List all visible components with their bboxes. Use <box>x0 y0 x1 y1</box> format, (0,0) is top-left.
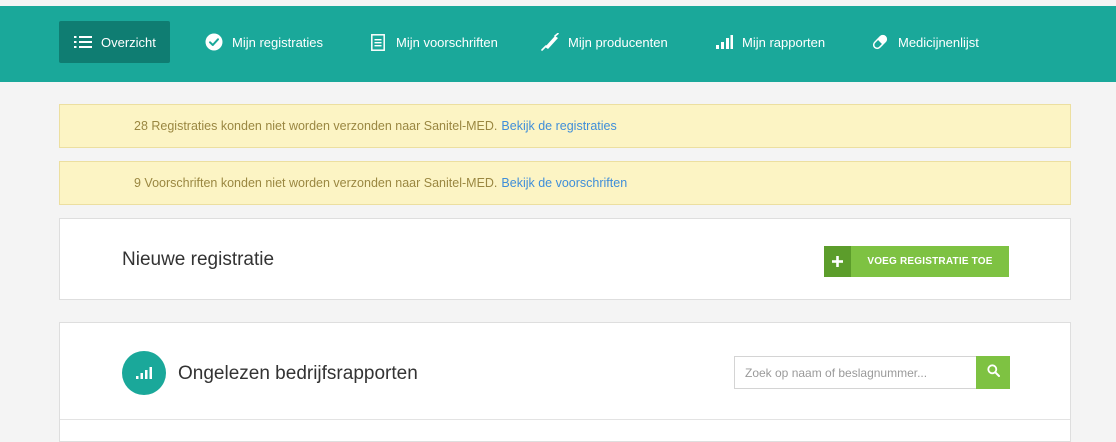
document-icon <box>368 32 388 52</box>
nav-item-mijn-producenten[interactable]: Mijn producenten <box>540 21 668 63</box>
search-button[interactable] <box>976 356 1010 389</box>
check-circle-icon <box>204 32 224 52</box>
panel-divider <box>60 419 1070 420</box>
nav-item-label: Mijn voorschriften <box>396 34 498 50</box>
nav-item-mijn-voorschriften[interactable]: Mijn voorschriften <box>368 21 498 63</box>
alert-registraties: 28 Registraties konden niet worden verzo… <box>59 104 1071 148</box>
list-icon <box>73 32 93 52</box>
nav-item-label: Medicijnenlijst <box>898 34 979 50</box>
nav-item-label: Mijn registraties <box>232 34 324 50</box>
alert-text: 9 Voorschriften konden niet worden verzo… <box>134 176 498 190</box>
unread-reports-title: Ongelezen bedrijfsrapporten <box>178 363 418 384</box>
search-icon <box>986 363 1000 382</box>
view-voorschriften-link[interactable]: Bekijk de voorschriften <box>501 176 627 190</box>
top-navigation: Overzicht Mijn registraties Mijn voorsch… <box>0 6 1116 82</box>
nav-item-overzicht[interactable]: Overzicht <box>59 21 170 63</box>
add-registration-label: VOEG REGISTRATIE TOE <box>867 256 993 267</box>
signal-bars-icon <box>122 351 166 395</box>
unread-reports-panel: Ongelezen bedrijfsrapporten <box>59 322 1071 442</box>
add-registration-button[interactable]: VOEG REGISTRATIE TOE <box>824 246 1009 277</box>
view-registraties-link[interactable]: Bekijk de registraties <box>501 119 616 133</box>
new-registration-panel: Nieuwe registratie VOEG REGISTRATIE TOE <box>59 218 1071 300</box>
nav-item-label: Mijn rapporten <box>742 34 826 50</box>
nav-item-label: Overzicht <box>101 34 156 50</box>
nav-item-mijn-rapporten[interactable]: Mijn rapporten <box>714 21 825 63</box>
syringe-icon <box>540 32 560 52</box>
alert-text: 28 Registraties konden niet worden verzo… <box>134 119 498 133</box>
signal-bars-icon <box>714 32 734 52</box>
nav-item-mijn-registraties[interactable]: Mijn registraties <box>204 21 323 63</box>
nav-item-label: Mijn producenten <box>568 34 668 50</box>
report-search-input[interactable] <box>734 356 976 389</box>
nav-item-medicijnenlijst[interactable]: Medicijnenlijst <box>870 21 979 63</box>
alert-voorschriften: 9 Voorschriften konden niet worden verzo… <box>59 161 1071 205</box>
report-search <box>734 356 1010 389</box>
new-registration-title: Nieuwe registratie <box>122 249 275 270</box>
plus-icon <box>824 246 851 277</box>
pill-icon <box>870 32 890 52</box>
